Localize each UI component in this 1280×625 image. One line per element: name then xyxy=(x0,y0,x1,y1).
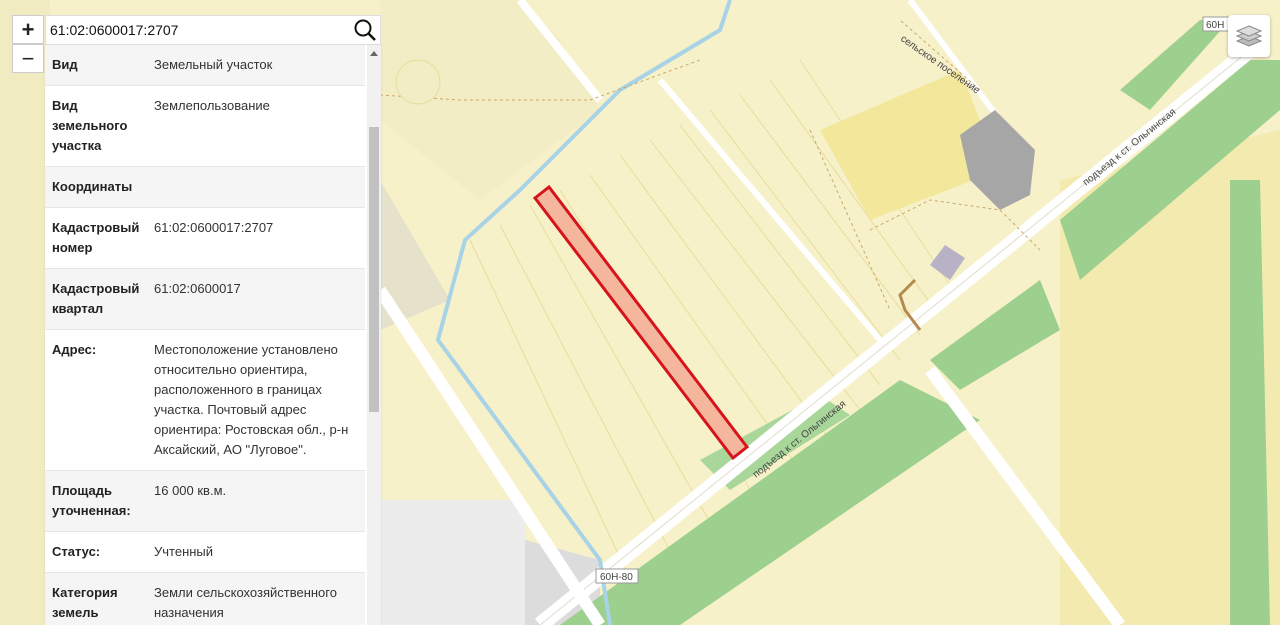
info-value: 61:02:0600017 xyxy=(147,268,365,330)
info-panel: Вид Земельный участок Вид земельного участ… xyxy=(45,45,381,625)
info-value xyxy=(147,166,365,208)
route-label-60n80: 60Н-80 xyxy=(600,572,633,583)
info-value: 61:02:0600017:2707 xyxy=(147,207,365,269)
info-row: Вид Земельный участок xyxy=(45,45,365,86)
info-value: Учтенный xyxy=(147,531,365,573)
zoom-out-label: − xyxy=(21,45,35,71)
search-icon xyxy=(354,19,376,41)
info-key: Статус: xyxy=(45,531,147,573)
search-button[interactable] xyxy=(350,16,380,44)
search-input[interactable] xyxy=(46,21,350,39)
zoom-in-button[interactable]: + xyxy=(12,15,44,44)
info-key: Координаты xyxy=(45,166,147,208)
info-table: Вид Земельный участок Вид земельного участ… xyxy=(45,45,365,625)
info-key: Вид xyxy=(45,45,147,86)
info-row: Адрес: Местоположение установлено относит… xyxy=(45,329,365,471)
info-value: Землепользование xyxy=(147,85,365,167)
info-row: Площадь уточненная: 16 000 кв.м. xyxy=(45,470,365,532)
info-key: Вид земельного участка xyxy=(45,85,147,167)
info-row: Кадастровый номер 61:02:0600017:2707 xyxy=(45,207,365,269)
info-key: Кадастровый номер xyxy=(45,207,147,269)
info-row: Кадастровый квартал 61:02:0600017 xyxy=(45,268,365,330)
info-value: 16 000 кв.м. xyxy=(147,470,365,532)
route-badge-60n: 60Н xyxy=(1202,16,1230,32)
layers-button[interactable] xyxy=(1228,15,1270,57)
info-value: Местоположение установлено относительно … xyxy=(147,329,365,471)
info-value: Земли сельскохозяйственного назначения xyxy=(147,572,365,625)
info-key: Адрес: xyxy=(45,329,147,471)
route-badge-60n80: 60Н-80 xyxy=(595,568,639,584)
info-key: Категория земель xyxy=(45,572,147,625)
info-key: Кадастровый квартал xyxy=(45,268,147,330)
zoom-in-label: + xyxy=(21,16,35,42)
scroll-thumb[interactable] xyxy=(369,127,379,412)
info-value: Земельный участок xyxy=(147,45,365,86)
search-bar xyxy=(45,15,381,45)
scrollbar[interactable] xyxy=(367,45,381,625)
route-label-60n: 60Н xyxy=(1206,20,1224,31)
zoom-out-button[interactable]: − xyxy=(12,44,44,73)
info-row: Категория земель Земли сельскохозяйственн… xyxy=(45,572,365,625)
info-key: Площадь уточненная: xyxy=(45,470,147,532)
info-row: Вид земельного участка Землепользование xyxy=(45,85,365,167)
info-row: Координаты xyxy=(45,166,365,208)
scroll-up-arrow-icon[interactable] xyxy=(370,51,378,56)
info-row: Статус: Учтенный xyxy=(45,531,365,573)
layers-icon xyxy=(1235,25,1263,47)
